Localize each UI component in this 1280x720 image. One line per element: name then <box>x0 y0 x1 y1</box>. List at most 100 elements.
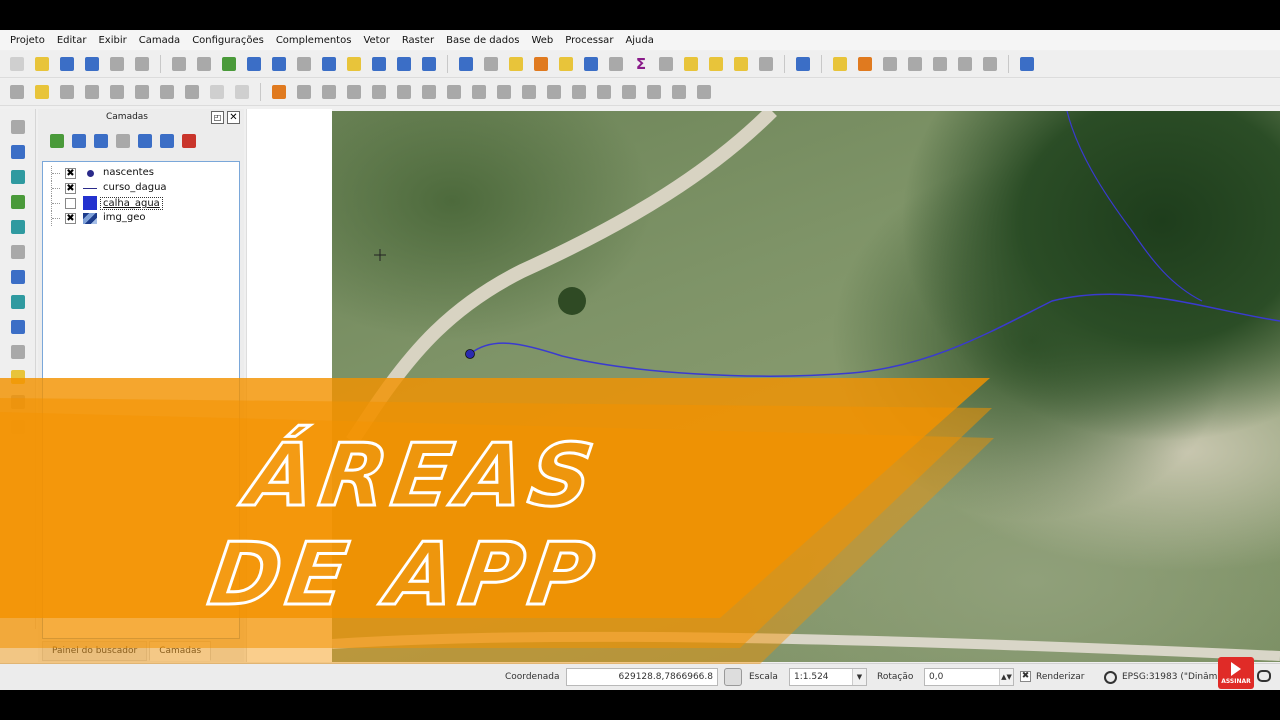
menu-item-camada[interactable]: Camada <box>133 35 186 46</box>
text-annotation-button[interactable] <box>755 53 777 75</box>
redo-button[interactable] <box>343 81 365 103</box>
pan-selection-button[interactable] <box>218 53 240 75</box>
add-postgis-layer-button[interactable] <box>7 167 29 186</box>
zoom-out-button[interactable] <box>268 53 290 75</box>
save-as-button[interactable] <box>81 53 103 75</box>
add-delimited-text-button[interactable] <box>7 342 29 361</box>
measure-line-button[interactable] <box>655 53 677 75</box>
layer-row-calha_agua[interactable]: calha_agua <box>43 196 239 211</box>
merge-attributes-button[interactable] <box>643 81 665 103</box>
menu-item-base-de-dados[interactable]: Base de dados <box>440 35 525 46</box>
layer-visibility-checkbox[interactable]: ✖ <box>65 213 76 224</box>
zoom-last-button[interactable] <box>368 53 390 75</box>
scale-combobox[interactable]: 1:1.524 ▼ <box>789 668 867 686</box>
delete-selected-button[interactable] <box>156 81 178 103</box>
paste-features-button[interactable] <box>231 81 253 103</box>
save-project-button[interactable] <box>56 53 78 75</box>
offset-curve-button[interactable] <box>543 81 565 103</box>
crs-globe-icon[interactable] <box>1104 671 1117 684</box>
zoom-layer-button[interactable] <box>318 53 340 75</box>
filter-legend-icon[interactable] <box>94 134 108 148</box>
new-bookmark-button[interactable] <box>705 53 727 75</box>
layer-visibility-checkbox[interactable]: ✖ <box>65 183 76 194</box>
add-feature-button[interactable] <box>81 81 103 103</box>
menu-item-projeto[interactable]: Projeto <box>4 35 51 46</box>
zoom-in-button[interactable] <box>243 53 265 75</box>
map-tips-button[interactable] <box>680 53 702 75</box>
messages-icon[interactable] <box>1257 670 1271 682</box>
composer-manager-button[interactable] <box>131 53 153 75</box>
zoom-selection-button[interactable] <box>343 53 365 75</box>
python-console-button[interactable] <box>1016 53 1038 75</box>
attribute-table-button[interactable] <box>580 53 602 75</box>
subscribe-button[interactable]: ASSINAR <box>1218 657 1254 689</box>
add-mssql-layer-button[interactable] <box>7 217 29 236</box>
split-features-button[interactable] <box>568 81 590 103</box>
deselect-button[interactable] <box>530 53 552 75</box>
measure-button[interactable] <box>480 53 502 75</box>
node-tool-button[interactable] <box>131 81 153 103</box>
menu-item-configurações[interactable]: Configurações <box>186 35 270 46</box>
new-project-button[interactable] <box>6 53 28 75</box>
move-feature-button[interactable] <box>106 81 128 103</box>
undo-button[interactable] <box>318 81 340 103</box>
add-wfs-layer-button[interactable] <box>7 317 29 336</box>
menu-item-web[interactable]: Web <box>525 35 559 46</box>
add-group-icon[interactable] <box>50 134 64 148</box>
pan-hand-button[interactable] <box>193 53 215 75</box>
chevron-down-icon[interactable]: ▼ <box>852 669 866 685</box>
new-spatialite-button[interactable] <box>7 392 29 411</box>
new-shapefile-button[interactable] <box>7 367 29 386</box>
delete-part-button[interactable] <box>493 81 515 103</box>
layer-visibility-checkbox[interactable] <box>65 198 76 209</box>
delete-ring-button[interactable] <box>468 81 490 103</box>
add-part-button[interactable] <box>418 81 440 103</box>
identify-button[interactable] <box>455 53 477 75</box>
field-calculator-button[interactable] <box>605 53 627 75</box>
save-edits-button[interactable] <box>56 81 78 103</box>
menu-item-vetor[interactable]: Vetor <box>357 35 395 46</box>
add-oracle-layer-button[interactable] <box>7 242 29 261</box>
help-button[interactable] <box>792 53 814 75</box>
panel-close-button[interactable]: ✕ <box>227 111 240 124</box>
crs-status[interactable]: EPSG:31983 ("Dinâmic <box>1122 672 1218 682</box>
rotate-feature-button[interactable] <box>293 81 315 103</box>
select-button[interactable] <box>505 53 527 75</box>
layer-visibility-checkbox[interactable]: ✖ <box>65 168 76 179</box>
manage-visibility-icon[interactable] <box>72 134 86 148</box>
add-ring-button[interactable] <box>393 81 415 103</box>
label-change-button[interactable] <box>954 53 976 75</box>
zoom-next-button[interactable] <box>393 53 415 75</box>
add-raster-layer-button[interactable] <box>7 142 29 161</box>
rotate-point-button[interactable] <box>668 81 690 103</box>
remove-layer-icon[interactable] <box>182 134 196 148</box>
merge-features-button[interactable] <box>618 81 640 103</box>
spring-point-nascente[interactable] <box>465 349 475 359</box>
layer-row-img_geo[interactable]: ✖ img_geo <box>43 211 239 226</box>
layer-row-nascentes[interactable]: ✖ nascentes <box>43 166 239 181</box>
zoom-full-button[interactable] <box>293 53 315 75</box>
menu-item-processar[interactable]: Processar <box>559 35 619 46</box>
simplify-feature-button[interactable] <box>368 81 390 103</box>
expand-all-icon[interactable] <box>138 134 152 148</box>
cut-features-button[interactable] <box>181 81 203 103</box>
touch-button[interactable] <box>168 53 190 75</box>
label-show-button[interactable] <box>879 53 901 75</box>
menu-item-editar[interactable]: Editar <box>51 35 93 46</box>
tab-layers[interactable]: Camadas <box>149 641 212 661</box>
add-vector-layer-button[interactable] <box>7 117 29 136</box>
menu-item-complementos[interactable]: Complementos <box>270 35 358 46</box>
menu-item-exibir[interactable]: Exibir <box>92 35 132 46</box>
add-wms-layer-button[interactable] <box>7 267 29 286</box>
toggle-extents-icon[interactable] <box>724 668 742 686</box>
spin-arrows-icon[interactable]: ▲▼ <box>999 669 1013 685</box>
show-bookmarks-button[interactable] <box>730 53 752 75</box>
menu-item-raster[interactable]: Raster <box>396 35 440 46</box>
coordinate-field[interactable]: 629128.8,7866966.8 <box>566 668 718 686</box>
split-parts-button[interactable] <box>593 81 615 103</box>
layer-row-curso_dagua[interactable]: ✖ curso_dagua <box>43 181 239 196</box>
toggle-editing-button[interactable] <box>31 81 53 103</box>
copy-features-button[interactable] <box>206 81 228 103</box>
reshape-features-button[interactable] <box>518 81 540 103</box>
undo-history-button[interactable] <box>693 81 715 103</box>
